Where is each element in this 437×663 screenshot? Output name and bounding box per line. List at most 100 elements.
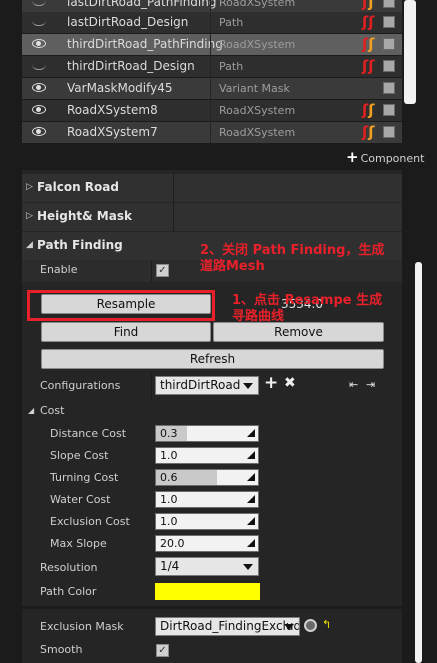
exclusion-mask-label: Exclusion Mask — [40, 620, 124, 633]
exclusion-mask-dropdown[interactable]: DirtRoad_FindingExclude — [155, 617, 300, 636]
resample-highlight-box — [27, 290, 215, 321]
expand-arrow-icon: ▷ — [26, 182, 33, 192]
visibility-eye-icon[interactable] — [32, 64, 46, 70]
layer-row[interactable]: VarMaskModify45 Variant Mask — [22, 78, 402, 99]
section-divider — [22, 606, 402, 609]
chevron-down-icon — [243, 564, 253, 570]
layer-name: RoadXSystem7 — [67, 125, 158, 139]
reset-arrow-icon[interactable]: ↰ — [322, 618, 331, 631]
layer-options-icon[interactable] — [383, 82, 395, 94]
layer-type: Variant Mask — [219, 82, 290, 95]
category-title: Path Finding — [37, 238, 123, 252]
visibility-eye-icon[interactable] — [32, 20, 46, 26]
layer-options-icon[interactable] — [383, 104, 395, 116]
resolution-dropdown[interactable]: 1/4 — [155, 557, 259, 576]
path-color-swatch[interactable] — [155, 583, 260, 600]
enable-label: Enable — [40, 263, 78, 276]
category-title: Falcon Road — [37, 180, 119, 194]
category-height-mask[interactable]: ▷ Height& Mask — [22, 203, 402, 231]
resize-arrow-icon — [247, 451, 255, 459]
smooth-label: Smooth — [40, 643, 83, 656]
browse-asset-icon[interactable] — [304, 619, 317, 632]
smooth-checkbox[interactable]: ✓ — [156, 644, 169, 657]
layer-type: RoadXSystem — [219, 126, 296, 139]
layer-type: RoadXSystem — [219, 38, 296, 51]
resize-arrow-icon — [247, 495, 255, 503]
road-system-icon: ʃʃ — [362, 57, 375, 75]
visibility-eye-icon[interactable] — [32, 105, 46, 114]
layer-type: RoadXSystem — [219, 0, 296, 9]
move-left-icon[interactable]: ⇤ — [349, 378, 358, 391]
move-right-icon[interactable]: ⇥ — [366, 378, 375, 391]
cost-label: Cost — [40, 404, 65, 417]
row-separator — [210, 100, 211, 121]
add-icon[interactable]: + — [264, 373, 278, 393]
category-title: Height& Mask — [37, 209, 132, 223]
collapse-arrow-icon: ◢ — [26, 240, 33, 250]
layer-row[interactable]: thirdDirtRoad_PathFinding RoadXSystem ʃʃ — [22, 34, 402, 55]
layer-name: thirdDirtRoad_PathFinding — [67, 37, 223, 51]
cost-value-spinbox[interactable]: 0.6 — [155, 469, 259, 486]
layer-options-icon[interactable] — [383, 16, 395, 28]
layer-options-icon[interactable] — [383, 38, 395, 50]
visibility-eye-icon[interactable] — [32, 127, 46, 136]
row-separator — [210, 56, 211, 77]
cost-item-label: Exclusion Cost — [50, 515, 130, 528]
configurations-dropdown[interactable]: thirdDirtRoad — [155, 376, 259, 395]
cost-value-spinbox[interactable]: 1.0 — [155, 447, 259, 464]
column-divider — [173, 203, 174, 231]
resize-arrow-icon — [247, 473, 255, 481]
row-separator — [210, 34, 211, 55]
enable-checkbox[interactable]: ✓ — [156, 264, 169, 277]
layer-list-scrollbar[interactable] — [404, 0, 416, 104]
layer-row[interactable]: thirdDirtRoad_Design Path ʃʃ — [22, 56, 402, 77]
visibility-eye-icon[interactable] — [32, 0, 46, 6]
add-component-button[interactable]: + Component — [346, 148, 424, 166]
layer-type: Path — [219, 60, 244, 73]
layer-name: lastDirtRoad_Design — [67, 15, 189, 29]
layer-name: VarMaskModify45 — [67, 81, 173, 95]
layer-options-icon[interactable] — [383, 126, 395, 138]
row-separator — [210, 122, 211, 143]
cost-value-spinbox[interactable]: 0.3 — [155, 425, 259, 442]
find-button[interactable]: Find — [41, 322, 211, 342]
column-divider — [173, 174, 174, 202]
annotation-step1: 1、点击 Resampe 生成 寻路曲线 — [232, 293, 383, 324]
resize-arrow-icon — [247, 517, 255, 525]
layer-type: RoadXSystem — [219, 104, 296, 117]
annotation-step2: 2、关闭 Path Finding，生成 道路Mesh — [200, 243, 385, 274]
visibility-eye-icon[interactable] — [32, 83, 46, 92]
category-falcon-road[interactable]: ▷ Falcon Road — [22, 174, 402, 202]
resolution-label: Resolution — [40, 561, 98, 574]
layer-type: Path — [219, 16, 244, 29]
road-system-icon: ʃʃ — [362, 0, 375, 11]
layer-list: lastDirtRoad_PathFinding RoadXSystem ʃʃ las… — [0, 0, 437, 150]
layer-options-icon[interactable] — [383, 60, 395, 72]
layer-name: thirdDirtRoad_Design — [67, 59, 195, 73]
visibility-eye-icon[interactable] — [32, 39, 46, 48]
layer-row[interactable]: RoadXSystem8 RoadXSystem ʃʃ — [22, 100, 402, 121]
remove-button[interactable]: Remove — [213, 322, 384, 342]
layer-row[interactable]: RoadXSystem7 RoadXSystem ʃʃ — [22, 122, 402, 143]
column-divider — [151, 372, 152, 402]
cost-item-label: Water Cost — [50, 493, 111, 506]
layer-name: lastDirtRoad_PathFinding — [67, 0, 217, 9]
layer-options-icon[interactable] — [383, 0, 395, 8]
expand-arrow-icon: ▷ — [26, 211, 33, 221]
cost-value-spinbox[interactable]: 1.0 — [155, 513, 259, 530]
configurations-label: Configurations — [40, 379, 121, 392]
cost-value-spinbox[interactable]: 1.0 — [155, 491, 259, 508]
path-color-label: Path Color — [40, 585, 97, 598]
details-scrollbar[interactable] — [415, 262, 422, 663]
plus-icon: + — [346, 148, 359, 166]
delete-icon[interactable]: ✖ — [284, 375, 296, 391]
layer-row[interactable]: lastDirtRoad_Design Path ʃʃ — [22, 12, 402, 33]
collapse-arrow-icon[interactable]: ◢ — [28, 406, 34, 415]
row-separator — [210, 12, 211, 33]
cost-value-spinbox[interactable]: 20.0 — [155, 535, 259, 552]
resize-arrow-icon — [247, 429, 255, 437]
road-system-icon: ʃʃ — [362, 123, 375, 141]
resize-arrow-icon — [247, 539, 255, 547]
refresh-button[interactable]: Refresh — [41, 349, 384, 369]
layer-name: RoadXSystem8 — [67, 103, 158, 117]
